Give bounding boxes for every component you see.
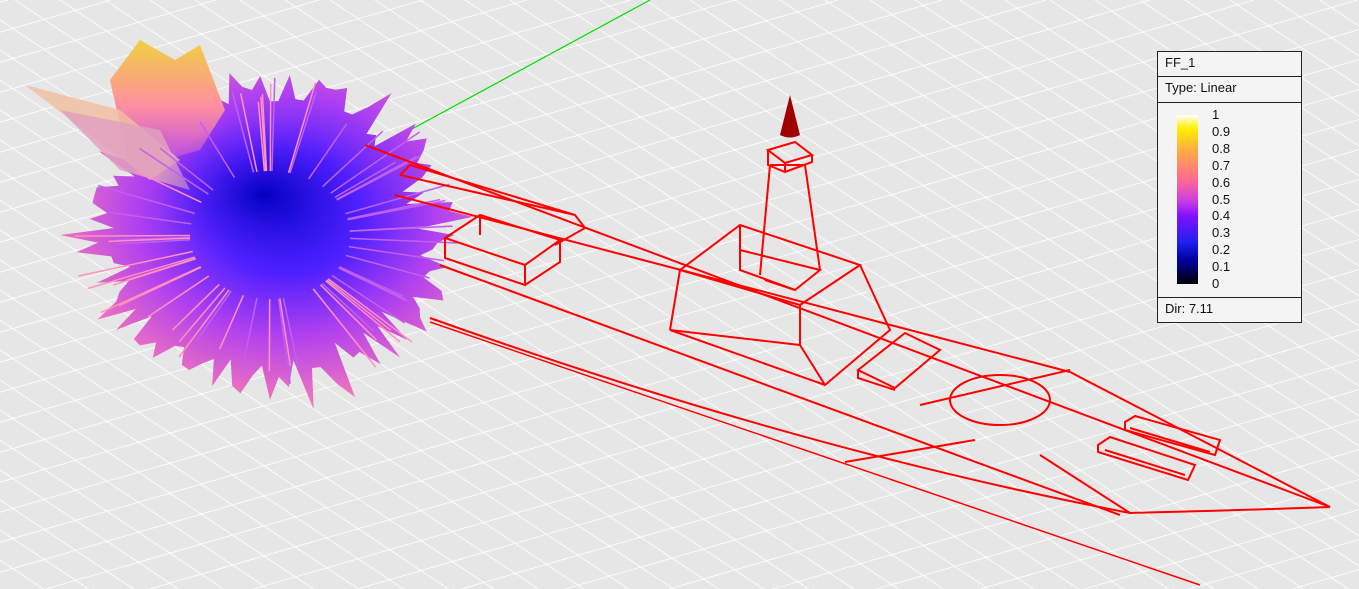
3d-viewport[interactable]	[0, 0, 1359, 589]
tick-label: 0.4	[1212, 208, 1231, 224]
tick-label: 0.6	[1212, 174, 1231, 190]
pattern-spike	[74, 234, 191, 237]
tick-label: 0.3	[1212, 225, 1231, 241]
grid-line	[0, 409, 269, 589]
color-legend: FF_1 Type: Linear 1 0.9 0.8 0.7 0.6 0.5 …	[1157, 51, 1302, 323]
legend-ticks: 1 0.9 0.8 0.7 0.6 0.5 0.4 0.3 0.2 0.1 0	[1212, 107, 1230, 293]
tick-label: 0.1	[1212, 259, 1231, 275]
grid-line	[1291, 569, 1359, 589]
grid-line	[0, 0, 216, 63]
grid-line	[0, 469, 179, 589]
aft-box	[856, 331, 942, 391]
legend-scale: 1 0.9 0.8 0.7 0.6 0.5 0.4 0.3 0.2 0.1 0	[1158, 103, 1301, 298]
legend-title: FF_1	[1158, 52, 1301, 77]
tick-label: 0.2	[1212, 242, 1231, 258]
grid-line	[0, 0, 8, 3]
forward-box	[442, 213, 563, 287]
grid-line	[0, 559, 44, 589]
tick-label: 0.9	[1212, 123, 1231, 139]
grid-line	[0, 379, 314, 589]
grid-line	[564, 359, 1359, 589]
grid-line	[1319, 0, 1359, 27]
tick-label: 1	[1212, 107, 1220, 122]
grid-line	[461, 329, 1359, 589]
tick-label: 0.5	[1212, 191, 1231, 207]
tick-label: 0	[1212, 276, 1220, 292]
grid-line	[876, 449, 1359, 589]
grid-line	[0, 499, 134, 589]
color-bar	[1177, 115, 1198, 284]
grid-line	[1274, 0, 1359, 57]
tick-label: 0.7	[1212, 157, 1231, 173]
legend-directivity: Dir: 7.11	[1165, 301, 1214, 316]
mast	[739, 164, 823, 292]
legend-type: Type: Linear	[1158, 77, 1301, 103]
keel-line	[429, 321, 1201, 586]
grid-line	[0, 439, 224, 589]
grid-line	[772, 419, 1359, 589]
tick-label: 0.8	[1212, 140, 1231, 156]
grid-line	[1187, 539, 1359, 589]
grid-line	[1084, 509, 1359, 589]
